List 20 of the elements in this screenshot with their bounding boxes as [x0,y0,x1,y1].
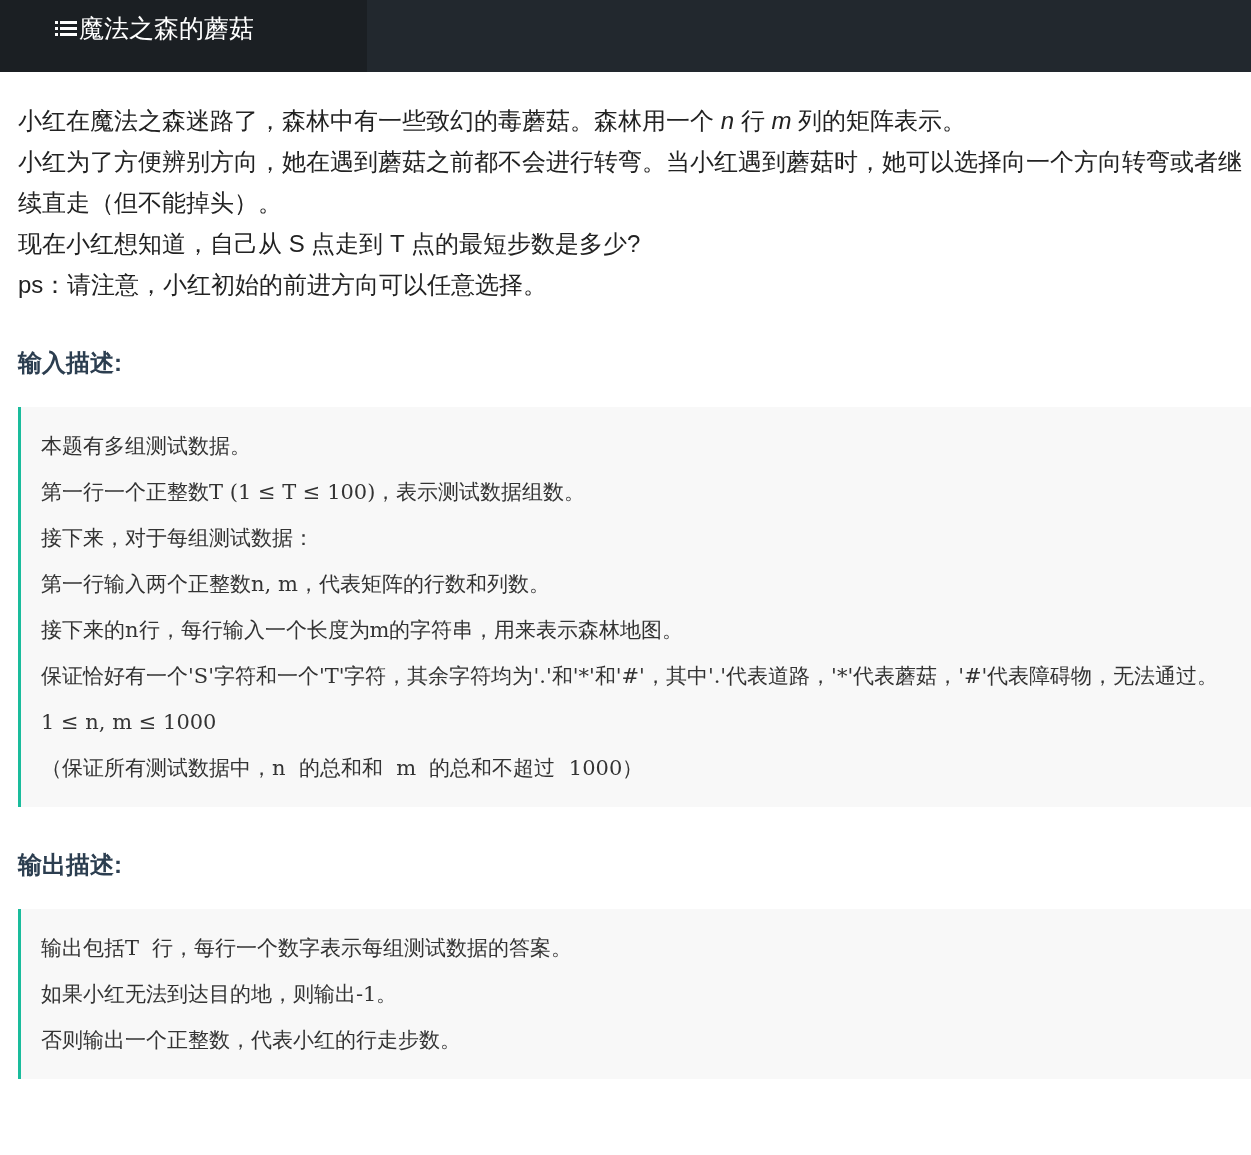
paragraph: 小红为了方便辨别方向，她在遇到蘑菇之前都不会进行转弯。当小红遇到蘑菇时，她可以选择向一个方向转弯或者继续直走（但不能掉头）。 [18,147,1243,218]
description-line: 接下来的n行，每行输入一个长度为m的字符串，用来表示森林地图。 [41,617,685,644]
description-line: 第一行输入两个正整数n, m，代表矩阵的行数和列数。 [41,571,551,598]
description-line: 如果小红无法到达目的地，则输出-1。 [41,981,399,1008]
section-heading: 输入描述: [18,348,123,378]
description-line: 保证恰好有一个'S'字符和一个'T'字符，其余字符均为'.'和'*'和'#'，其中'.'代表道路，'*'代表蘑菇，'#'代表障碍物，无法通过。 [41,663,1220,690]
description-line: 输出包括T 行，每行一个数字表示每组测试数据的答案。 [41,935,574,962]
list-icon [55,20,77,38]
paragraph: ps：请注意，小红初始的前进方向可以任意选择。 [18,270,549,300]
description-line: 本题有多组测试数据。 [41,433,252,460]
page-title: 魔法之森的蘑菇 [79,13,254,45]
section-heading: 输出描述: [18,850,123,880]
description-line: 第一行一个正整数T (1 ≤ T ≤ 100)，表示测试数据组数。 [41,479,587,506]
description-line: 1 ≤ n, m ≤ 1000 [41,709,218,736]
title-tab[interactable]: 魔法之森的蘑菇 [0,0,367,72]
paragraph: 小红在魔法之森迷路了，森林中有一些致幻的毒蘑菇。森林用一个 n 行 m 列的矩阵表示。 [18,106,968,136]
description-line: （保证所有测试数据中，n 的总和和 m 的总和不超过 1000） [41,755,645,782]
paragraph: 现在小红想知道，自己从 S 点走到 T 点的最短步数是多少? [18,229,642,259]
description-line: 否则输出一个正整数，代表小红的行走步数。 [41,1027,462,1054]
description-line: 接下来，对于每组测试数据： [41,525,315,552]
